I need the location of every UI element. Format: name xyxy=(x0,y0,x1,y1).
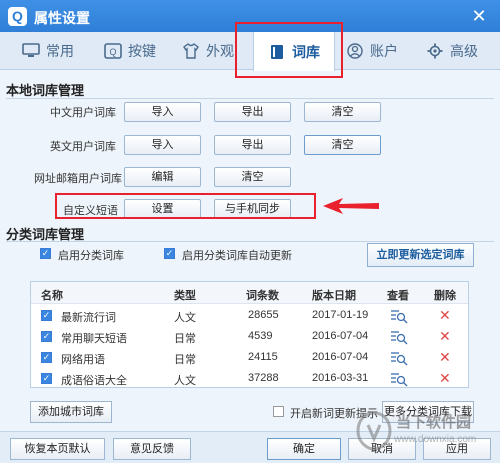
tab-label: 外观 xyxy=(206,43,234,59)
row-checkbox[interactable]: ✓ xyxy=(41,331,52,342)
red-arrow-icon xyxy=(323,198,379,214)
column-header-delete: 删除 xyxy=(434,290,456,302)
tab-label: 高级 xyxy=(450,43,478,59)
view-icon[interactable] xyxy=(390,308,408,324)
close-icon[interactable]: ✕ xyxy=(468,5,490,27)
dict-date: 2016-07-04 xyxy=(312,351,369,363)
row-label-chinese-dict: 中文用户词库 xyxy=(50,107,116,119)
row-checkbox[interactable]: ✓ xyxy=(41,373,52,384)
dict-date: 2016-03-31 xyxy=(312,372,369,384)
settings-window: Q 属性设置 ✕ 常用 Q 按键 外观 词库 账户 高级 本地词库管理 中文用户… xyxy=(0,0,500,463)
app-logo-icon: Q xyxy=(8,7,27,26)
english-clear-button[interactable]: 清空 xyxy=(304,135,381,155)
user-icon xyxy=(346,43,364,59)
table-row[interactable]: ✓ 最新流行词 人文 28655 2017-01-19 ✕ xyxy=(31,306,468,326)
english-export-button[interactable]: 导出 xyxy=(214,135,291,155)
tab-appearance[interactable]: 外观 xyxy=(182,32,234,70)
monitor-icon xyxy=(22,43,40,59)
active-tab-highlight xyxy=(235,22,343,78)
dict-type: 日常 xyxy=(174,333,196,345)
view-icon[interactable] xyxy=(390,350,408,366)
enable-category-label: 启用分类词库 xyxy=(58,250,124,262)
tab-advanced[interactable]: 高级 xyxy=(426,32,478,70)
dict-date: 2016-07-04 xyxy=(312,330,369,342)
column-header-date: 版本日期 xyxy=(312,290,356,302)
tab-label: 按键 xyxy=(128,43,156,59)
table-row[interactable]: ✓ 常用聊天短语 日常 4539 2016-07-04 ✕ xyxy=(31,327,468,347)
section-divider xyxy=(6,241,494,242)
auto-update-checkbox[interactable]: ✓ xyxy=(164,248,175,259)
auto-update-label: 启用分类词库自动更新 xyxy=(182,250,292,262)
row-checkbox[interactable]: ✓ xyxy=(41,352,52,363)
column-header-type: 类型 xyxy=(174,290,196,302)
watermark-title: 当下软件园 xyxy=(396,414,472,431)
url-clear-button[interactable]: 清空 xyxy=(214,167,291,187)
dict-name: 成语俗语大全 xyxy=(61,375,127,387)
dict-count: 24115 xyxy=(248,351,278,363)
delete-icon[interactable]: ✕ xyxy=(439,307,451,324)
chinese-clear-button[interactable]: 清空 xyxy=(304,102,381,122)
row-checkbox[interactable]: ✓ xyxy=(41,310,52,321)
window-title: 属性设置 xyxy=(34,10,90,26)
section-divider xyxy=(6,98,494,99)
table-row[interactable]: ✓ 成语俗语大全 人文 37288 2016-03-31 ✕ xyxy=(31,369,468,387)
tab-label: 账户 xyxy=(370,43,398,59)
category-dictionary-table: 名称 类型 词条数 版本日期 查看 删除 ✓ 最新流行词 人文 28655 20… xyxy=(30,281,469,388)
view-icon[interactable] xyxy=(390,329,408,345)
english-import-button[interactable]: 导入 xyxy=(124,135,201,155)
watermark-logo-icon xyxy=(356,411,392,451)
chinese-import-button[interactable]: 导入 xyxy=(124,102,201,122)
view-icon[interactable] xyxy=(390,371,408,387)
dict-type: 人文 xyxy=(174,375,196,387)
tab-general[interactable]: 常用 xyxy=(22,32,74,70)
tab-account[interactable]: 账户 xyxy=(346,32,398,70)
chinese-export-button[interactable]: 导出 xyxy=(214,102,291,122)
dict-count: 4539 xyxy=(248,330,273,342)
tab-label: 常用 xyxy=(46,43,74,59)
restore-defaults-button[interactable]: 恢复本页默认 xyxy=(10,438,105,460)
gear-icon xyxy=(426,43,444,59)
feedback-button[interactable]: 意见反馈 xyxy=(113,438,191,460)
new-word-tip-checkbox[interactable] xyxy=(273,406,284,417)
enable-category-checkbox[interactable]: ✓ xyxy=(40,248,51,259)
dict-name: 常用聊天短语 xyxy=(61,333,127,345)
column-header-view: 查看 xyxy=(387,290,409,302)
local-dictionary-title: 本地词库管理 xyxy=(6,83,85,98)
ok-button[interactable]: 确定 xyxy=(267,438,341,460)
delete-icon[interactable]: ✕ xyxy=(439,349,451,366)
dict-name: 网络用语 xyxy=(61,354,105,366)
watermark-url: www.downxia.com xyxy=(394,434,477,445)
column-header-count: 词条数 xyxy=(246,290,279,302)
dict-date: 2017-01-19 xyxy=(312,309,369,321)
custom-phrase-highlight xyxy=(55,193,316,219)
dict-type: 日常 xyxy=(174,354,196,366)
delete-icon[interactable]: ✕ xyxy=(439,370,451,387)
dict-count: 28655 xyxy=(248,309,279,321)
update-selected-button[interactable]: 立即更新选定词库 xyxy=(367,243,474,267)
row-label-url-email-dict: 网址邮箱用户词库 xyxy=(34,173,122,185)
shirt-icon xyxy=(182,43,200,59)
dict-type: 人文 xyxy=(174,312,196,324)
watermark: 当下软件园 www.downxia.com xyxy=(354,407,494,457)
dict-count: 37288 xyxy=(248,372,279,384)
table-header: 名称 类型 词条数 版本日期 查看 删除 xyxy=(31,282,468,304)
delete-icon[interactable]: ✕ xyxy=(439,328,451,345)
dict-name: 最新流行词 xyxy=(61,312,116,324)
tab-keys[interactable]: Q 按键 xyxy=(104,32,156,70)
table-row[interactable]: ✓ 网络用语 日常 24115 2016-07-04 ✕ xyxy=(31,348,468,368)
svg-text:Q: Q xyxy=(109,47,116,57)
row-label-english-dict: 英文用户词库 xyxy=(50,141,116,153)
column-header-name: 名称 xyxy=(41,290,63,302)
url-edit-button[interactable]: 编辑 xyxy=(124,167,201,187)
q-key-icon: Q xyxy=(104,43,122,59)
add-city-dictionary-button[interactable]: 添加城市词库 xyxy=(30,401,112,423)
